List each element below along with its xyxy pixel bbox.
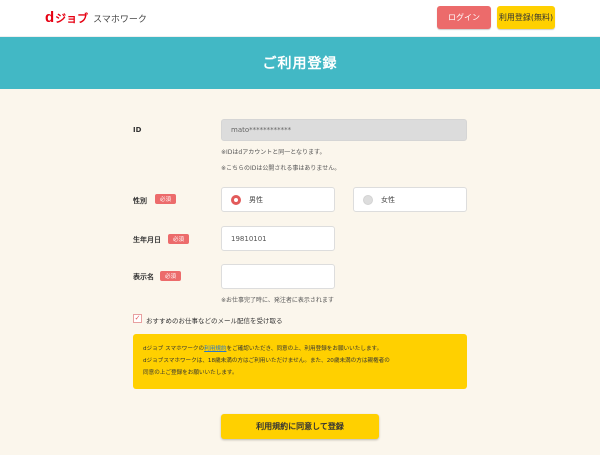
register-button[interactable]: 利用登録(無料) bbox=[497, 6, 555, 29]
site-header: d ジョブ スマホワーク ログイン 利用登録(無料) bbox=[0, 0, 600, 37]
login-button[interactable]: ログイン bbox=[437, 6, 491, 29]
gender-label: 性別 bbox=[133, 197, 147, 205]
display-name-required-badge: 必須 bbox=[160, 271, 181, 281]
newsletter-checkbox[interactable]: ✓ bbox=[133, 314, 142, 323]
gender-option-female-label: 女性 bbox=[381, 195, 395, 204]
birthdate-input[interactable]: 19810101 bbox=[221, 226, 335, 251]
display-name-note: ※お仕事完了時に、発注者に表示されます bbox=[221, 297, 334, 304]
logo-subtitle: スマホワーク bbox=[93, 15, 147, 25]
terms-notice: dジョブ スマホワークの利用規約をご確認いただき、同意の上、利用登録をお願いいた… bbox=[133, 334, 467, 389]
gender-required-badge: 必須 bbox=[155, 194, 176, 204]
page-title: ご利用登録 bbox=[262, 56, 338, 72]
notice-line-1-suffix: をご確認いただき、同意の上、利用登録をお願いいたします。 bbox=[226, 346, 383, 352]
notice-line-2: dジョブスマホワークは、18歳未満の方はご利用いただけません。また、20歳未満の… bbox=[143, 358, 390, 364]
logo-d-mark: d bbox=[45, 9, 55, 26]
display-name-input[interactable] bbox=[221, 264, 335, 289]
gender-option-male-label: 男性 bbox=[249, 195, 263, 204]
radio-selected-icon bbox=[231, 194, 241, 205]
newsletter-label: おすすめのお仕事などのメール配信を受け取る bbox=[146, 317, 283, 325]
notice-line-1: dジョブ スマホワークの利用規約をご確認いただき、同意の上、利用登録をお願いいた… bbox=[143, 343, 457, 355]
logo-job-text: ジョブ bbox=[55, 12, 89, 25]
notice-line-3: 同意の上ご登録をお願いいたします。 bbox=[143, 370, 238, 376]
gender-option-female[interactable]: 女性 bbox=[353, 187, 467, 212]
display-name-label: 表示名 bbox=[133, 273, 154, 281]
id-label: ID bbox=[133, 126, 142, 134]
checkmark-icon: ✓ bbox=[134, 314, 141, 322]
id-note-2: ※こちらのIDは公開される事はありません。 bbox=[221, 165, 341, 172]
radio-unselected-icon bbox=[363, 194, 373, 205]
notice-line-1-prefix: dジョブ スマホワークの bbox=[143, 346, 205, 352]
birthdate-label: 生年月日 bbox=[133, 236, 161, 244]
id-field: mato************ bbox=[221, 119, 467, 141]
page-banner: ご利用登録 bbox=[0, 37, 600, 89]
terms-link[interactable]: 利用規約 bbox=[204, 346, 226, 352]
id-note-1: ※IDはdアカウントと同一となります。 bbox=[221, 149, 326, 156]
birthdate-required-badge: 必須 bbox=[168, 234, 189, 244]
agree-and-register-button[interactable]: 利用規約に同意して登録 bbox=[221, 414, 379, 439]
gender-option-male[interactable]: 男性 bbox=[221, 187, 335, 212]
logo[interactable]: d ジョブ スマホワーク bbox=[45, 9, 147, 26]
